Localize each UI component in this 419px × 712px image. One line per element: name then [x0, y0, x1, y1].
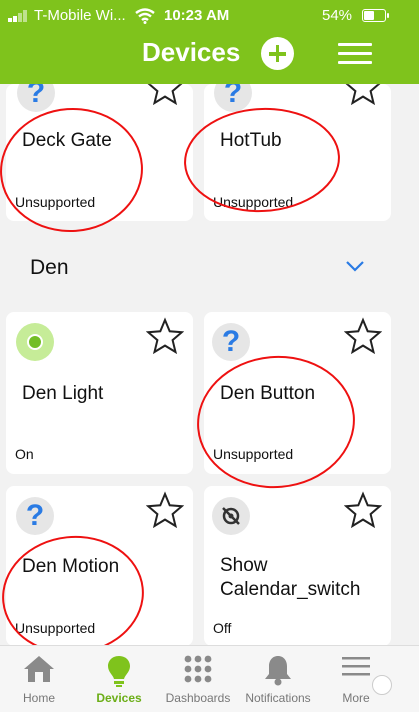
cell-signal-icon: [8, 10, 30, 22]
nav-devices[interactable]: Devices: [88, 646, 150, 712]
device-state: On: [15, 446, 34, 462]
offline-icon: [212, 497, 250, 535]
device-card-hottub[interactable]: ? HotTub Unsupported: [204, 84, 391, 221]
hamburger-menu-icon[interactable]: [338, 43, 372, 65]
add-device-button[interactable]: [261, 37, 294, 70]
device-name: Den Motion: [22, 556, 120, 577]
lightbulb-icon: [108, 656, 130, 687]
device-name: Deck Gate: [22, 130, 112, 151]
device-card-den-button[interactable]: ? Den Button Unsupported: [204, 312, 391, 474]
device-card-den-motion[interactable]: ? Den Motion Unsupported: [6, 486, 193, 646]
wifi-icon: [135, 8, 155, 24]
star-icon[interactable]: [146, 317, 184, 355]
home-icon: [24, 656, 54, 682]
question-icon: ?: [214, 84, 252, 112]
device-name-line1: Show: [220, 555, 268, 576]
device-name-line2: Calendar_switch: [220, 579, 361, 600]
device-name: HotTub: [220, 130, 282, 151]
room-section-title: Den: [30, 256, 69, 279]
question-icon: ?: [212, 323, 250, 361]
nav-dashboards[interactable]: Dashboards: [160, 646, 236, 712]
device-name: Den Button: [220, 383, 316, 404]
chevron-down-icon[interactable]: [344, 258, 366, 274]
question-icon: ?: [16, 497, 54, 535]
grid-dots-icon: [184, 655, 212, 683]
hamburger-icon: [342, 657, 370, 676]
bottom-navigation: Home Devices Dashboards Notifications Mo…: [0, 645, 419, 712]
device-state: Unsupported: [213, 446, 294, 462]
star-icon[interactable]: [146, 84, 184, 106]
device-card-show-calendar-switch[interactable]: Show Calendar_switch Off: [204, 486, 391, 646]
device-state: Unsupported: [213, 194, 294, 210]
device-card-den-light[interactable]: Den Light On: [6, 312, 193, 474]
battery-icon: [362, 9, 389, 22]
nav-notifications[interactable]: Notifications: [238, 646, 318, 712]
star-icon[interactable]: [344, 317, 382, 355]
battery-percent: 54%: [322, 7, 353, 24]
nav-home[interactable]: Home: [8, 646, 70, 712]
status-bar: T-Mobile Wi... 10:23 AM 54%: [0, 0, 419, 32]
bell-icon: [265, 656, 291, 686]
assistive-touch-button[interactable]: [372, 675, 392, 695]
device-state: Unsupported: [15, 194, 96, 210]
carrier-label: T-Mobile Wi...: [34, 7, 126, 24]
star-icon[interactable]: [344, 84, 382, 106]
star-icon[interactable]: [344, 491, 382, 529]
header-bar: T-Mobile Wi... 10:23 AM 54% Devices: [0, 0, 419, 84]
question-icon: ?: [17, 84, 55, 112]
device-name: Den Light: [22, 383, 104, 404]
clock: 10:23 AM: [164, 7, 230, 24]
page-title: Devices: [142, 37, 241, 67]
star-icon[interactable]: [146, 491, 184, 529]
device-state: Unsupported: [15, 620, 96, 636]
device-state: Off: [213, 620, 232, 636]
device-card-deck-gate[interactable]: ? Deck Gate Unsupported: [6, 84, 193, 221]
power-icon[interactable]: [16, 323, 54, 361]
